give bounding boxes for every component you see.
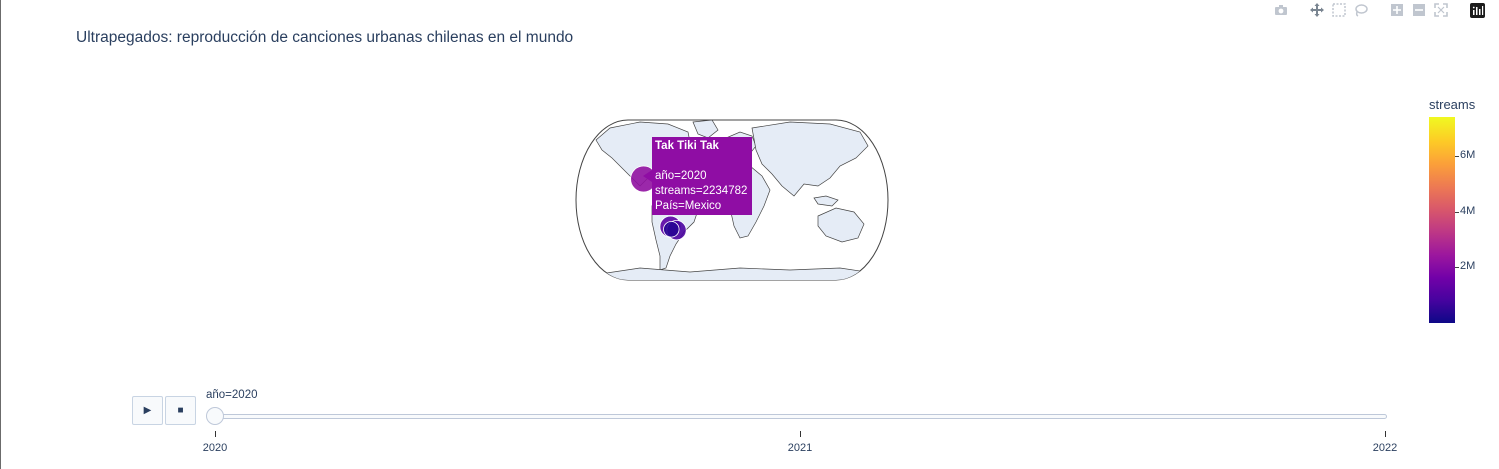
hover-arrow [643,170,652,182]
colorbar-tick-label: 4M [1460,204,1476,217]
colorbar [1429,117,1455,323]
slider-tick-mark [215,431,216,437]
hover-line: País=Mexico [655,200,722,212]
land-antarctica [599,267,881,280]
slider-rail[interactable] [207,414,1387,419]
slider-tick-mark [1385,431,1386,437]
play-button[interactable]: ▶ [132,396,163,425]
slider-tick-mark [800,431,801,437]
hover-title: Tak Tiki Tak [655,140,719,152]
slider-step-label[interactable]: 2020 [203,442,227,454]
colorbar-tick-label: 6M [1460,148,1476,161]
hover-line: streams=2234782 [655,185,748,197]
data-point-chile[interactable] [663,221,680,238]
colorbar-tick-mark [1455,267,1459,269]
stop-button[interactable]: ■ [165,396,196,425]
colorbar-tick-label: 2M [1460,260,1476,273]
slider-current-value: año=2020 [206,389,258,401]
hover-tooltip: Tak Tiki Tak año=2020 streams=2234782 Pa… [652,137,752,215]
hover-line: año=2020 [655,170,707,182]
slider-handle[interactable] [206,407,224,425]
slider-step-label[interactable]: 2022 [1373,442,1397,454]
slider-step-label[interactable]: 2021 [788,442,812,454]
colorbar-tick-mark [1455,211,1459,213]
colorbar-tick-mark [1455,155,1459,157]
colorbar-title: streams [1429,97,1476,112]
